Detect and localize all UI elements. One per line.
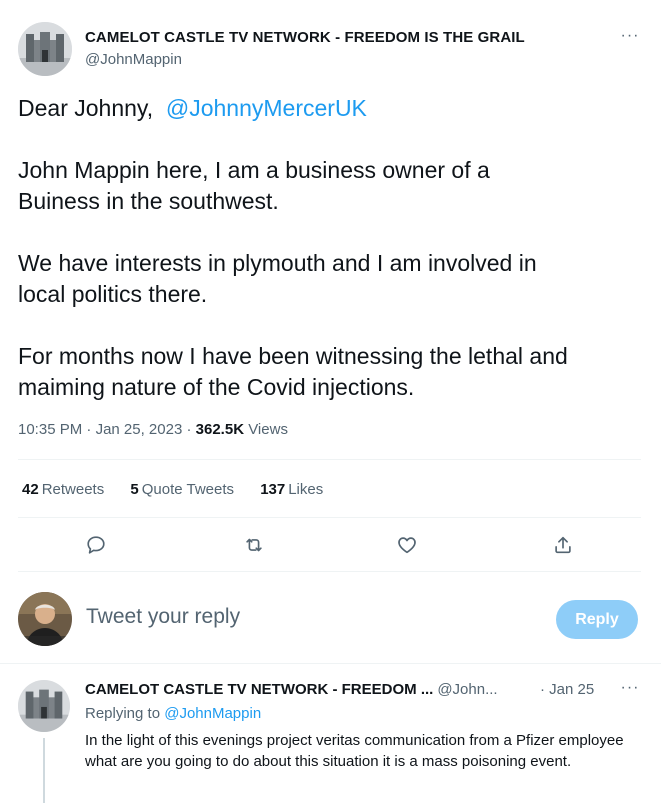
divider	[0, 663, 661, 664]
mention-link[interactable]: @JohnnyMercerUK	[166, 95, 367, 121]
reply-header: CAMELOT CASTLE TV NETWORK - FREEDOM ... @…	[85, 681, 498, 698]
reply-author-avatar[interactable]	[18, 680, 70, 732]
likes-stat[interactable]: 137 Likes	[260, 481, 323, 498]
paragraph-2-line-2: local politics there.	[18, 281, 208, 307]
tweet-meta: 10:35 PM · Jan 25, 2023 · 362.5K Views	[18, 421, 288, 438]
author-avatar[interactable]	[18, 22, 72, 76]
reply-button[interactable]: Reply	[556, 600, 638, 639]
retweet-icon[interactable]	[240, 531, 268, 559]
tweet-date[interactable]: Jan 25, 2023	[96, 421, 183, 438]
author-handle[interactable]: @JohnMappin	[85, 51, 182, 68]
paragraph-1-line-1: John Mappin here, I am a business owner …	[18, 157, 490, 183]
paragraph-3-line-2: maiming nature of the Covid injections.	[18, 374, 415, 400]
paragraph-3-line-1: For months now I have been witnessing th…	[18, 343, 568, 369]
reply-more-options-icon[interactable]: ···	[618, 680, 642, 701]
replying-to-link[interactable]: @JohnMappin	[164, 705, 261, 722]
reply-date[interactable]: · Jan 25	[540, 681, 594, 698]
action-bar	[0, 531, 661, 559]
paragraph-2-line-1: We have interests in plymouth and I am i…	[18, 250, 537, 276]
divider	[18, 571, 641, 572]
more-options-icon[interactable]: ···	[618, 28, 642, 49]
reply-author-name[interactable]: CAMELOT CASTLE TV NETWORK - FREEDOM ...	[85, 681, 433, 698]
thread-line	[43, 738, 45, 803]
like-icon[interactable]	[393, 531, 421, 559]
reply-author-handle[interactable]: @John...	[437, 681, 497, 698]
comment-icon[interactable]	[82, 531, 110, 559]
reply-text: In the light of this evenings project ve…	[85, 732, 624, 770]
share-icon[interactable]	[549, 531, 577, 559]
reply-input[interactable]: Tweet your reply	[86, 605, 240, 629]
divider	[18, 459, 641, 460]
retweets-stat[interactable]: 42 Retweets	[22, 481, 104, 498]
views-count: 362.5K	[195, 421, 245, 438]
engagement-stats: 42 Retweets 5 Quote Tweets 137 Likes	[22, 481, 345, 498]
quote-tweets-stat[interactable]: 5 Quote Tweets	[130, 481, 234, 498]
tweet-time[interactable]: 10:35 PM	[18, 421, 82, 438]
paragraph-1-line-2: Buiness in the southwest.	[18, 188, 279, 214]
views-label: Views	[248, 421, 288, 438]
tweet-text: Dear Johnny, @JohnnyMercerUK John Mappin…	[18, 93, 648, 403]
greeting: Dear Johnny,	[18, 95, 154, 121]
divider	[18, 517, 641, 518]
replying-to: Replying to @JohnMappin	[85, 705, 262, 722]
author-name[interactable]: CAMELOT CASTLE TV NETWORK - FREEDOM IS T…	[85, 29, 525, 46]
user-avatar[interactable]	[18, 592, 72, 646]
